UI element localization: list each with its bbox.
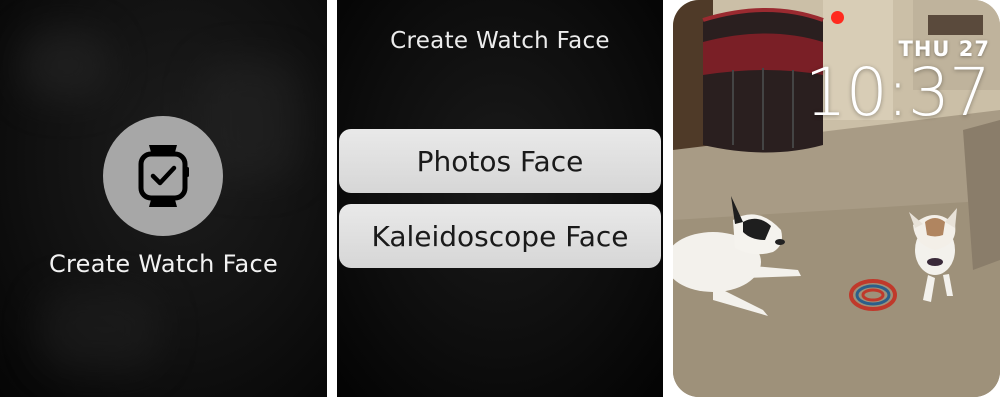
background-blur [20, 30, 110, 100]
create-watch-face-label: Create Watch Face [48, 250, 279, 278]
face-options-screen: Create Watch Face Photos Face Kaleidosco… [337, 0, 663, 397]
kaleidoscope-face-button[interactable]: Kaleidoscope Face [339, 204, 661, 268]
photos-watch-face: THU 27 10:37 [673, 0, 1000, 397]
watch-icon [138, 145, 189, 207]
create-watch-face-screen: Create Watch Face [0, 0, 327, 397]
recording-indicator [831, 11, 844, 24]
time-label: 10:37 [804, 54, 991, 131]
background-blur [40, 290, 160, 370]
screen-title: Create Watch Face [390, 28, 610, 54]
watch-screens: Create Watch Face Create Watch Face Phot… [0, 0, 1000, 397]
photos-face-button[interactable]: Photos Face [339, 129, 661, 193]
create-watch-face-button[interactable] [103, 116, 223, 236]
